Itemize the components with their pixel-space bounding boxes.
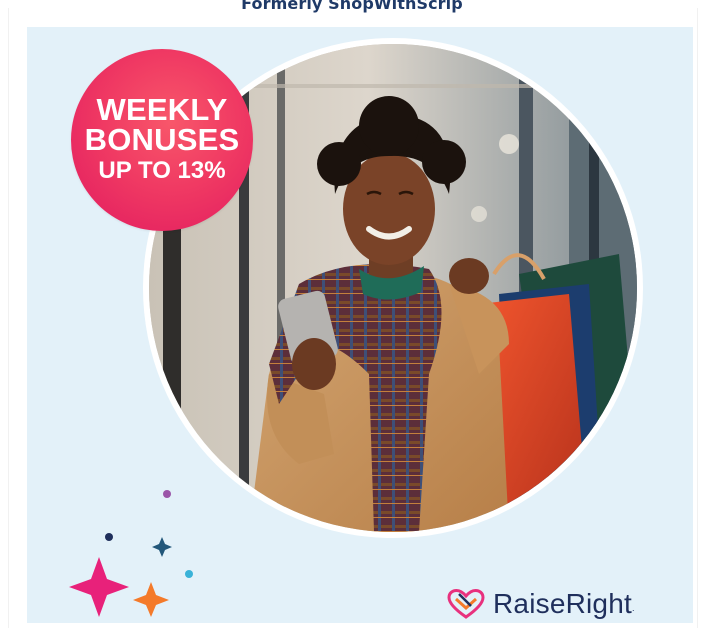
badge-line-upto: UP TO 13% — [98, 157, 226, 184]
badge-line-bonuses: BONUSES — [84, 122, 240, 157]
left-edge-line — [8, 8, 9, 628]
logo-wordmark: RaiseRight — [493, 588, 632, 619]
ad-banner: Formerly ShopWithScrip WEEKLY BONUSES UP… — [0, 0, 704, 635]
promo-panel[interactable]: WEEKLY BONUSES UP TO 13% RaiseRight . — [27, 27, 693, 623]
purple-dot-icon — [163, 490, 171, 498]
small-navy-star-icon — [152, 537, 172, 557]
raiseright-heart-logo-icon — [447, 589, 485, 619]
blue-dot-icon — [185, 570, 193, 578]
badge-line-weekly: WEEKLY — [96, 92, 228, 127]
weekly-bonus-badge: WEEKLY BONUSES UP TO 13% — [71, 49, 253, 231]
formerly-caption: Formerly ShopWithScrip — [241, 0, 463, 13]
pink-star-icon — [69, 557, 129, 617]
logo-trademark: . — [631, 603, 635, 613]
right-edge-line — [697, 8, 698, 628]
orange-star-icon — [133, 582, 169, 617]
sparkle-decorations — [69, 490, 193, 617]
raiseright-logo[interactable]: RaiseRight . — [447, 587, 634, 621]
navy-dot-icon — [105, 533, 113, 541]
